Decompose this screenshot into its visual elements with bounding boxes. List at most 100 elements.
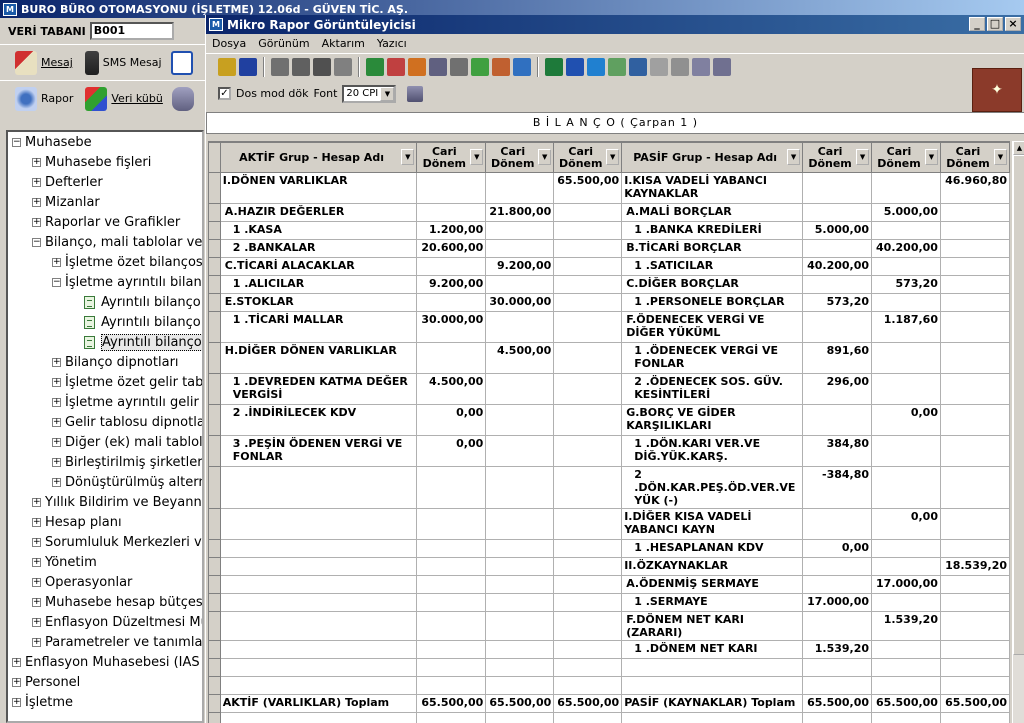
email-icon[interactable] [650, 58, 668, 76]
table-row[interactable]: 3 .PEŞİN ÖDENEN VERGİ VE FONLAR 0,00 1 .DÖ… [208, 435, 1010, 467]
printer-icon[interactable] [334, 58, 352, 76]
expand-icon[interactable]: + [52, 377, 61, 387]
expand-icon[interactable]: + [32, 557, 41, 567]
expand-icon[interactable]: + [12, 677, 21, 687]
sms-button[interactable]: SMS Mesaj [82, 49, 165, 77]
save-icon[interactable] [239, 58, 257, 76]
row-indicator[interactable] [208, 658, 221, 677]
collapse-icon[interactable]: − [52, 277, 61, 287]
database-field[interactable]: B001 [89, 22, 174, 40]
message-button[interactable]: Mesaj [12, 49, 76, 77]
print-icon[interactable] [271, 58, 289, 76]
checklist-icon[interactable] [170, 50, 193, 75]
menu-file[interactable]: Dosya [212, 37, 246, 50]
column-filter-icon[interactable]: ▼ [401, 149, 415, 165]
notepad-icon[interactable] [608, 58, 626, 76]
expand-icon[interactable]: + [32, 157, 41, 167]
table-row[interactable]: 2 .İNDİRİLECEK KDV 0,00 G.BORÇ VE GİDER KA… [208, 404, 1010, 436]
row-indicator[interactable] [208, 694, 221, 713]
columns-icon[interactable] [387, 58, 405, 76]
vertical-scrollbar[interactable]: ▲ [1012, 141, 1024, 723]
table-row[interactable]: AKTİF (VARLIKLAR) Toplam 65.500,00 65.500,… [208, 694, 1010, 713]
tree-item[interactable]: + Diğer (ek) mali tablola [8, 432, 202, 452]
menu-view[interactable]: Görünüm [258, 37, 309, 50]
table-icon[interactable] [408, 58, 426, 76]
table-row[interactable]: I.DÖNEN VARLIKLAR 65.500,00 I.KISA VADELİ … [208, 172, 1010, 204]
row-indicator[interactable] [208, 221, 221, 240]
collapse-icon[interactable]: − [12, 137, 21, 147]
expand-icon[interactable]: + [52, 477, 61, 487]
dos-mode-checkbox[interactable]: ✓ [218, 87, 231, 100]
menu-export[interactable]: Aktarım [322, 37, 365, 50]
font-settings-icon[interactable] [407, 85, 424, 102]
scroll-thumb[interactable] [1013, 155, 1024, 655]
table-row[interactable] [208, 676, 1010, 695]
table-row[interactable]: 1 .KASA 1.200,00 1 .BANKA KREDİLERİ 5.000,0… [208, 221, 1010, 240]
table-row[interactable]: H.DİĞER DÖNEN VARLIKLAR 4.500,00 1 .ÖDENEC… [208, 342, 1010, 374]
tree-item[interactable]: + Bilanço dipnotları [8, 352, 202, 372]
tree-item[interactable]: + İşletme özet gelir tab [8, 372, 202, 392]
column-filter-icon[interactable]: ▼ [538, 149, 552, 165]
collapse-icon[interactable]: − [32, 237, 41, 247]
expand-icon[interactable]: + [32, 637, 41, 647]
expand-icon[interactable]: + [12, 657, 21, 667]
column-filter-icon[interactable]: ▼ [787, 149, 801, 165]
tree-item[interactable]: Ayrıntılı bilanço [8, 292, 202, 312]
tree-item[interactable]: Ayrıntılı bilanço [8, 312, 202, 332]
column-filter-icon[interactable]: ▼ [606, 149, 620, 165]
table-row[interactable] [208, 658, 1010, 677]
database-icon[interactable] [171, 86, 194, 111]
edit-icon[interactable] [471, 58, 489, 76]
table-row[interactable] [208, 712, 1010, 723]
row-indicator[interactable] [208, 404, 221, 436]
add-icon[interactable] [366, 58, 384, 76]
table-row[interactable]: 1 .DÖNEM NET KARI 1.539,20 [208, 640, 1010, 659]
chevron-down-icon[interactable]: ▼ [380, 86, 395, 101]
row-indicator[interactable] [208, 539, 221, 558]
list-icon[interactable] [450, 58, 468, 76]
tree-item[interactable]: + Defterler [8, 172, 202, 192]
tree-item[interactable]: + Enflasyon Düzeltmesi Mu [8, 612, 202, 632]
expand-icon[interactable]: + [32, 517, 41, 527]
row-indicator[interactable] [208, 508, 221, 540]
tree-item[interactable]: + Operasyonlar [8, 572, 202, 592]
tree-item[interactable]: − İşletme ayrıntılı bilanc [8, 272, 202, 292]
printer-setup-icon[interactable] [313, 58, 331, 76]
tree-item[interactable]: + Muhasebe hesap bütçes [8, 592, 202, 612]
search-icon[interactable] [713, 58, 731, 76]
column-header[interactable]: Cari Dönem ▼ [871, 142, 941, 173]
tree-item[interactable]: + Dönüştürülmüş altern [8, 472, 202, 492]
expand-icon[interactable]: + [32, 197, 41, 207]
expand-icon[interactable]: + [32, 537, 41, 547]
column-filter-icon[interactable]: ▼ [856, 149, 870, 165]
row-indicator[interactable] [208, 575, 221, 594]
column-header[interactable]: Cari Dönem ▼ [939, 142, 1010, 173]
expand-icon[interactable]: + [32, 597, 41, 607]
column-header[interactable]: Cari Dönem ▼ [416, 142, 487, 173]
table-row[interactable]: C.TİCARİ ALACAKLAR 9.200,00 1 .SATICILAR 40… [208, 257, 1010, 276]
table-row[interactable]: 1 .ALICILAR 9.200,00 C.DİĞER BORÇLAR 573,20 [208, 275, 1010, 294]
row-indicator[interactable] [208, 435, 221, 467]
table-row[interactable]: 1 .DEVREDEN KATMA DEĞER VERGİSİ 4.500,00 2… [208, 373, 1010, 405]
row-indicator[interactable] [208, 557, 221, 576]
tree-item[interactable]: − Bilanço, mali tablolar ve [8, 232, 202, 252]
tree-item[interactable]: + İşletme özet bilanços [8, 252, 202, 272]
column-header[interactable]: PASİF Grup - Hesap Adı ▼ [621, 142, 804, 173]
row-indicator[interactable] [208, 593, 221, 612]
expand-icon[interactable]: + [52, 437, 61, 447]
tree-item[interactable]: + Gelir tablosu dipnotla [8, 412, 202, 432]
column-header[interactable]: Cari Dönem ▼ [802, 142, 873, 173]
tree-item[interactable]: + İşletme ayrıntılı gelir [8, 392, 202, 412]
expand-icon[interactable]: + [52, 457, 61, 467]
row-indicator[interactable] [208, 640, 221, 659]
row-indicator[interactable] [208, 257, 221, 276]
tree-item[interactable]: + Enflasyon Muhasebesi (IAS [8, 652, 202, 672]
print-preview-icon[interactable] [292, 58, 310, 76]
tree-item[interactable]: + Mizanlar [8, 192, 202, 212]
text-icon[interactable] [692, 58, 710, 76]
minimize-icon[interactable]: _ [969, 17, 985, 31]
tree-item[interactable]: + Hesap planı [8, 512, 202, 532]
tree-item[interactable]: − Muhasebe [8, 132, 202, 152]
ie-icon[interactable] [587, 58, 605, 76]
table-row[interactable]: A.ÖDENMİŞ SERMAYE 17.000,00 [208, 575, 1010, 594]
